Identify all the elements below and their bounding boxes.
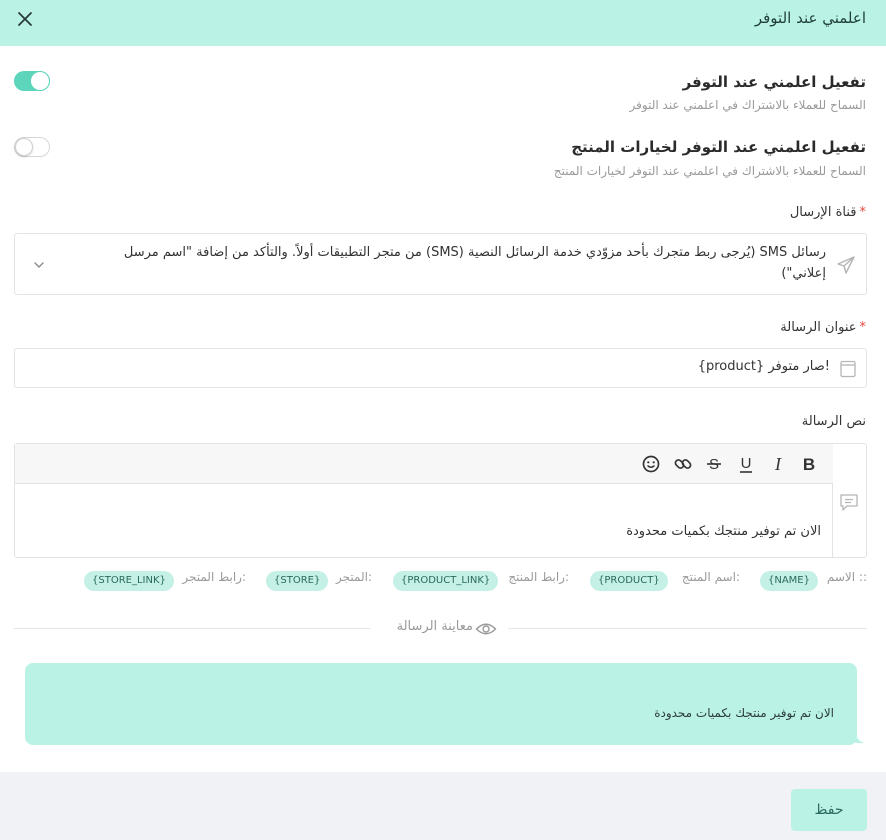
document-icon [840, 360, 856, 378]
editor-toolbar: B I U S [15, 444, 833, 484]
bold-icon[interactable]: B [798, 453, 820, 475]
var-store-link-label: رابط المتجر: [182, 570, 246, 584]
svg-text:I: I [774, 454, 782, 474]
var-name-label: الاسم :: [826, 570, 867, 584]
preview-divider-right [508, 628, 867, 629]
message-editor: B I U S الان تم توفير منتجك بكميات محدود… [14, 443, 867, 558]
enable-options-toggle[interactable] [14, 137, 50, 157]
modal-footer: حفظ [0, 772, 886, 840]
channel-value: رسائل SMS (يُرجى ربط متجرك بأحد مزوّدي خ… [123, 245, 826, 281]
chevron-down-icon[interactable] [32, 258, 46, 272]
underline-icon[interactable]: U [735, 453, 757, 475]
subject-value: {product} صار متوفر! [697, 359, 830, 374]
enable-options-title: تفعيل اعلمني عند التوفر لخيارات المنتج [571, 138, 866, 156]
channel-label-text: قناة الإرسال [789, 205, 857, 220]
var-product-link-label: رابط المنتج: [508, 570, 569, 584]
enable-options-subtitle: السماح للعملاء بالاشتراك في اعلمني عند ا… [553, 164, 866, 178]
enable-notify-toggle[interactable] [14, 71, 50, 91]
strikethrough-icon[interactable]: S [703, 453, 725, 475]
enable-notify-subtitle: السماح للعملاء بالاشتراك في اعلمني عند ا… [629, 98, 866, 112]
bubble-tail [846, 730, 864, 744]
send-icon [837, 256, 855, 274]
eye-icon [475, 623, 497, 635]
preview-label: معاينة الرسالة [396, 619, 473, 634]
svg-text:U: U [741, 455, 752, 472]
required-mark: * [859, 320, 867, 335]
preview-text: الان تم توفير منتجك بكميات محدودة [654, 706, 834, 720]
emoji-icon[interactable] [640, 453, 662, 475]
var-name-chip[interactable]: {NAME} [760, 571, 818, 591]
editor-side [832, 444, 866, 558]
var-store-link-chip[interactable]: {STORE_LINK} [84, 571, 174, 591]
enable-notify-title: تفعيل اعلمني عند التوفر [682, 73, 866, 91]
var-store-chip[interactable]: {STORE} [266, 571, 329, 591]
subject-label: عنوان الرسالة * [780, 320, 866, 335]
comment-icon [840, 494, 858, 511]
subject-input[interactable]: {product} صار متوفر! [14, 348, 867, 388]
modal-header: اعلمني عند التوفر [0, 0, 886, 46]
message-preview-bubble: الان تم توفير منتجك بكميات محدودة [25, 663, 857, 745]
subject-label-text: عنوان الرسالة [780, 320, 857, 335]
modal-title: اعلمني عند التوفر [754, 9, 866, 27]
channel-label: قناة الإرسال * [790, 205, 866, 220]
var-product-chip[interactable]: {PRODUCT} [590, 571, 668, 591]
var-product-label: اسم المنتج: [681, 570, 740, 584]
italic-icon[interactable]: I [767, 453, 789, 475]
channel-select[interactable]: رسائل SMS (يُرجى ربط متجرك بأحد مزوّدي خ… [14, 233, 867, 295]
save-button[interactable]: حفظ [791, 789, 867, 831]
link-icon[interactable] [672, 453, 694, 475]
close-icon[interactable] [14, 8, 36, 30]
svg-text:B: B [803, 455, 815, 474]
var-store-label: المتجر: [336, 570, 372, 584]
message-body-text[interactable]: الان تم توفير منتجك بكميات محدودة [626, 524, 821, 539]
toggle-knob [31, 72, 49, 90]
required-mark: * [859, 205, 867, 220]
toggle-knob [15, 138, 33, 156]
var-product-link-chip[interactable]: {PRODUCT_LINK} [393, 571, 499, 591]
body-label: نص الرسالة [801, 414, 866, 429]
preview-divider-left [14, 628, 370, 629]
